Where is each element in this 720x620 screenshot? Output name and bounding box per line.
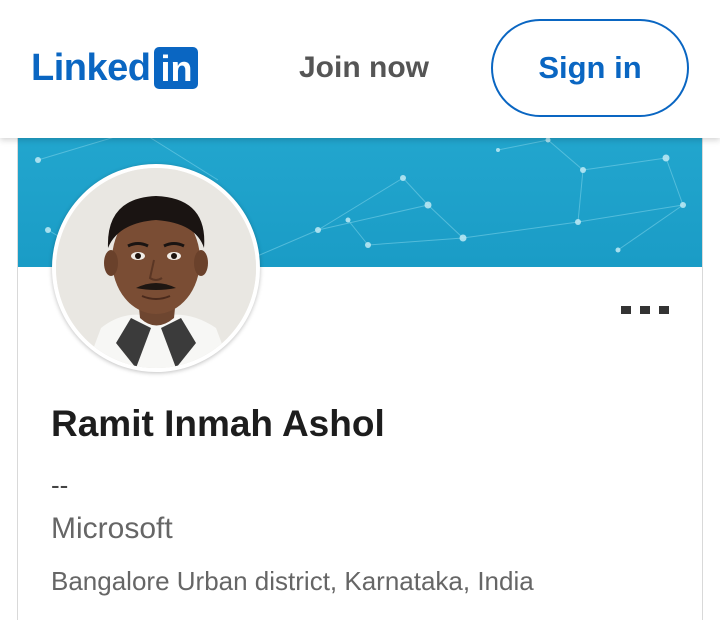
more-dot: [659, 306, 669, 314]
join-now-button[interactable]: Join now: [284, 40, 444, 96]
linkedin-logo[interactable]: Linked in: [31, 46, 199, 90]
sign-in-button[interactable]: Sign in: [491, 19, 689, 117]
profile-card: Ramit Inmah Ashol -- Microsoft Bangalore…: [17, 120, 703, 620]
profile-location: Bangalore Urban district, Karnataka, Ind…: [51, 566, 534, 596]
more-options-icon[interactable]: [621, 300, 669, 320]
top-nav-bar: Linked in Join now Sign in: [0, 0, 720, 138]
profile-photo[interactable]: [52, 164, 260, 372]
profile-company[interactable]: Microsoft: [51, 512, 173, 546]
more-dot: [640, 306, 650, 314]
more-dot: [621, 306, 631, 314]
logo-in-box: in: [154, 47, 199, 89]
profile-headline: --: [51, 470, 69, 500]
logo-wordmark: Linked: [31, 47, 151, 89]
profile-name: Ramit Inmah Ashol: [51, 403, 385, 444]
